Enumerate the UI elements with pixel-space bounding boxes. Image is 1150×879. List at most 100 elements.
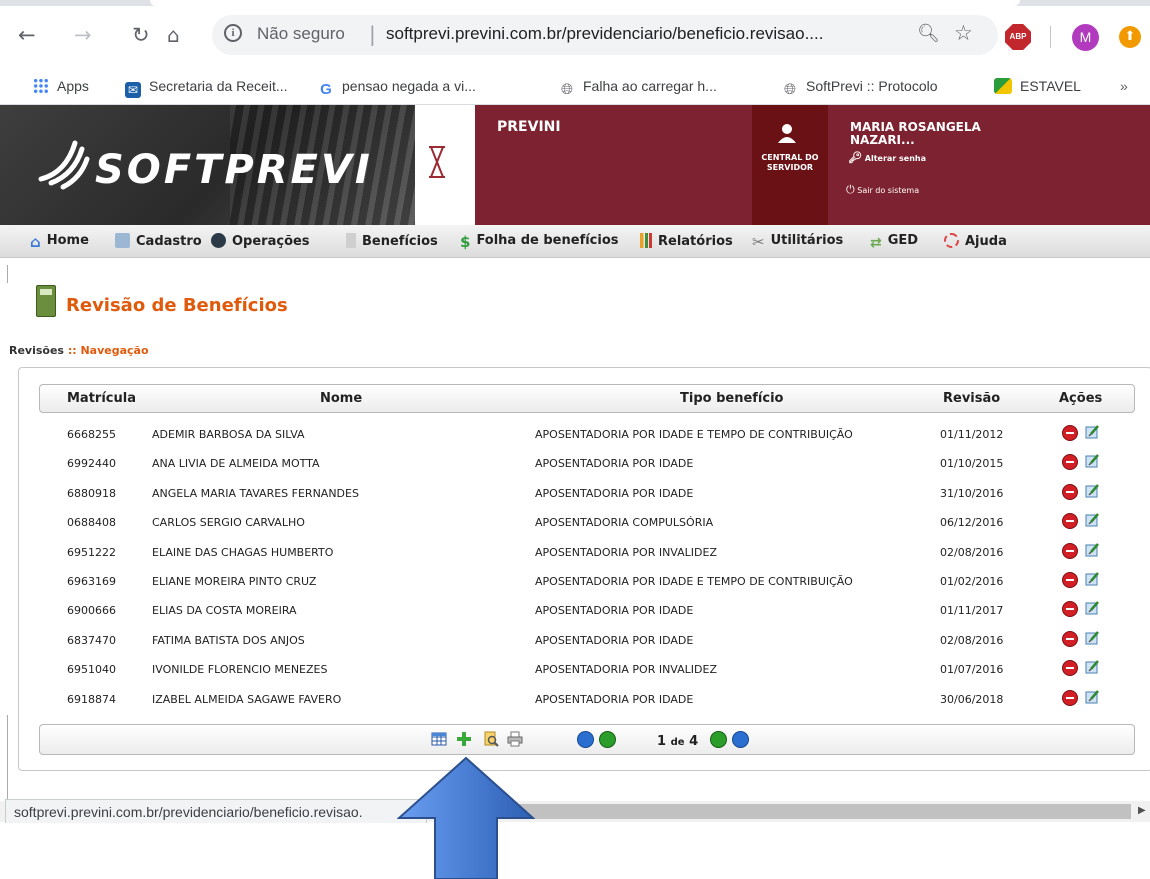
table-row[interactable]: 6900666 ELIAS DA COSTA MOREIRA APOSENTADOR… <box>39 596 1133 625</box>
menu-label: Benefícios <box>362 234 438 249</box>
change-password-link[interactable]: 🔑︎ Alterar senha <box>848 151 926 164</box>
add-icon[interactable] <box>456 731 472 747</box>
info-icon[interactable]: i <box>224 24 242 42</box>
profile-avatar[interactable]: M <box>1072 24 1099 51</box>
edit-revision-icon[interactable] <box>1085 512 1100 527</box>
menu-item-cadastro[interactable]: Cadastro <box>115 233 202 249</box>
remove-icon[interactable] <box>1062 601 1078 618</box>
cell-revisao: 01/10/2015 <box>940 457 1004 471</box>
update-icon[interactable]: ⬆ <box>1119 26 1141 48</box>
central-servidor-button[interactable]: CENTRAL DO SERVIDOR <box>752 105 828 225</box>
remove-icon[interactable] <box>1062 630 1078 647</box>
star-icon[interactable]: ☆ <box>954 21 973 45</box>
table-row[interactable]: 6880918 ANGELA MARIA TAVARES FERNANDES APO… <box>39 479 1133 508</box>
menu-item-relatorios[interactable]: Relatórios <box>640 233 733 249</box>
table-row[interactable]: 6992440 ANA LIVIA DE ALMEIDA MOTTA APOSENT… <box>39 449 1133 478</box>
print-icon[interactable] <box>507 731 523 747</box>
cell-matricula: 6951040 <box>67 663 116 677</box>
bookmark-label: SoftPrevi :: Protocolo <box>806 78 938 94</box>
last-page-icon[interactable] <box>732 731 749 748</box>
grid-view-icon[interactable] <box>431 731 447 747</box>
remove-icon[interactable] <box>1062 689 1078 706</box>
menu-label: GED <box>887 233 919 248</box>
table-row[interactable]: 6951222 ELAINE DAS CHAGAS HUMBERTO APOSENT… <box>39 538 1133 567</box>
cell-matricula: 6992440 <box>67 457 116 471</box>
bookmark-receita[interactable]: ✉ Secretaria da Receit... <box>125 78 288 98</box>
menu-item-operacoes[interactable]: Operações <box>211 233 310 249</box>
bookmark-falha[interactable]: 🌐︎ Falha ao carregar h... <box>559 78 717 98</box>
adblock-plus-icon[interactable]: ABP <box>1005 24 1031 50</box>
search-document-icon[interactable] <box>483 731 499 747</box>
column-header-tipo[interactable]: Tipo benefício <box>680 391 784 406</box>
zoom-icon[interactable]: 🔍︎ <box>917 23 940 44</box>
url-text[interactable]: softprevi.previni.com.br/previdenciario/… <box>386 24 823 44</box>
remove-icon[interactable] <box>1062 425 1078 441</box>
security-label[interactable]: Não seguro <box>257 24 345 44</box>
table-row[interactable]: 6918874 IZABEL ALMEIDA SAGAWE FAVERO APOSE… <box>39 685 1133 714</box>
softprevi-logo-icon <box>38 140 90 190</box>
bookmark-apps[interactable]: Apps <box>33 78 89 94</box>
cell-matricula: 0688408 <box>67 516 116 530</box>
next-page-icon[interactable] <box>710 731 727 748</box>
edit-revision-icon[interactable] <box>1085 424 1100 439</box>
remove-icon[interactable] <box>1062 454 1078 471</box>
remove-icon[interactable] <box>1062 572 1078 588</box>
column-header-matricula[interactable]: Matrícula <box>67 391 136 406</box>
home-icon: ⌂ <box>30 233 41 251</box>
cell-revisao: 30/06/2018 <box>940 692 1004 706</box>
column-header-revisao[interactable]: Revisão <box>943 391 1000 406</box>
previous-page-icon[interactable] <box>599 731 616 748</box>
bookmark-softprevi[interactable]: 🌐︎ SoftPrevi :: Protocolo <box>782 78 938 98</box>
remove-icon[interactable] <box>1062 660 1078 677</box>
forward-arrow-icon[interactable]: → <box>74 23 92 47</box>
menu-item-ajuda[interactable]: Ajuda <box>944 233 1007 249</box>
table-row[interactable]: 6963169 ELIANE MOREIRA PINTO CRUZ APOSENTA… <box>39 567 1133 596</box>
scrollbar-thumb[interactable] <box>505 804 1131 819</box>
active-tab[interactable] <box>150 0 1020 6</box>
table-row[interactable]: 0688408 CARLOS SERGIO CARVALHO APOSENTADOR… <box>39 508 1133 537</box>
menu-item-beneficios[interactable]: Benefícios <box>346 233 438 249</box>
cell-revisao: 02/08/2016 <box>940 545 1004 559</box>
table-row[interactable]: 6668255 ADEMIR BARBOSA DA SILVA APOSENTADO… <box>39 420 1133 449</box>
edit-revision-icon[interactable] <box>1085 689 1100 704</box>
edit-revision-icon[interactable] <box>1085 630 1100 645</box>
reload-icon[interactable]: ↻ <box>132 23 150 47</box>
table-row[interactable]: 6951040 IVONILDE FLORENCIO MENEZES APOSENT… <box>39 655 1133 684</box>
logout-link[interactable]: ⏻ Sair do sistema <box>846 183 919 197</box>
edit-revision-icon[interactable] <box>1085 483 1100 498</box>
central-servidor-label: CENTRAL DO SERVIDOR <box>761 153 819 172</box>
menu-item-ged[interactable]: ⇄ GED <box>870 233 919 251</box>
hourglass-icon <box>429 146 445 178</box>
cell-nome: FATIMA BATISTA DOS ANJOS <box>152 633 305 647</box>
column-header-nome[interactable]: Nome <box>320 391 362 406</box>
edit-revision-icon[interactable] <box>1085 571 1100 586</box>
table-row[interactable]: 6837470 FATIMA BATISTA DOS ANJOS APOSENTAD… <box>39 626 1133 655</box>
money-icon: $ <box>460 233 471 251</box>
cell-tipo-beneficio: APOSENTADORIA POR IDADE E TEMPO DE CONTR… <box>535 575 853 588</box>
scroll-right-icon[interactable]: ▶ <box>1138 805 1146 816</box>
edit-revision-icon[interactable] <box>1085 542 1100 557</box>
cell-nome: CARLOS SERGIO CARVALHO <box>152 516 305 530</box>
bookmark-estavel[interactable]: ESTAVEL <box>994 78 1081 94</box>
column-header-acoes: Ações <box>1059 391 1103 406</box>
bookmark-pensao[interactable]: Gpensao negada a vi... <box>318 78 476 98</box>
first-page-icon[interactable] <box>577 731 594 748</box>
more-bookmarks-icon[interactable]: » <box>1120 78 1128 94</box>
remove-icon[interactable] <box>1062 542 1078 559</box>
address-separator: | <box>369 22 376 46</box>
breadcrumb-root[interactable]: Revisões <box>9 344 64 357</box>
table-header: Matrícula Nome Tipo benefício Revisão Aç… <box>39 384 1135 413</box>
address-bar[interactable]: i Não seguro | softprevi.previni.com.br/… <box>212 15 998 55</box>
cell-nome: ANGELA MARIA TAVARES FERNANDES <box>152 486 359 500</box>
back-arrow-icon[interactable]: ← <box>18 23 36 47</box>
menu-item-utilitarios[interactable]: ✂ Utilitários <box>752 233 843 251</box>
edit-revision-icon[interactable] <box>1085 453 1100 468</box>
apps-grid-icon <box>33 78 49 94</box>
edit-revision-icon[interactable] <box>1085 659 1100 674</box>
menu-item-folha[interactable]: $ Folha de benefícios <box>460 233 619 251</box>
edit-revision-icon[interactable] <box>1085 600 1100 615</box>
menu-item-home[interactable]: ⌂ Home <box>30 233 89 251</box>
remove-icon[interactable] <box>1062 513 1078 530</box>
remove-icon[interactable] <box>1062 483 1078 500</box>
home-icon[interactable]: ⌂ <box>167 23 180 47</box>
